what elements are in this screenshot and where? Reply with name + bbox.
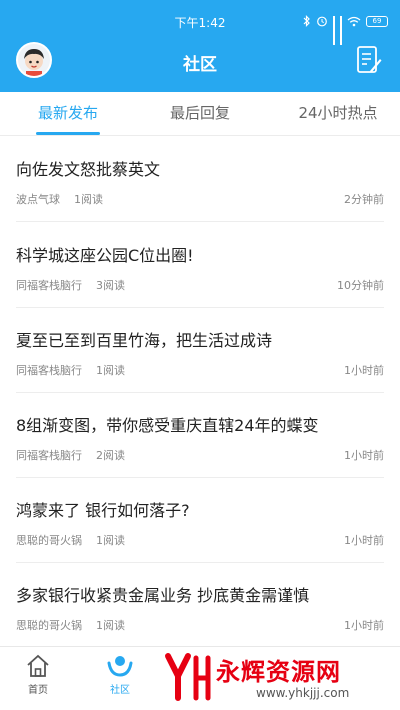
post-reads: 1阅读 [96,619,125,632]
tab-bar: 最新发布 最后回复 24小时热点 [0,92,400,136]
post-title: 多家银行收紧贵金属业务 抄底黄金需谨慎 [16,586,310,605]
home-icon [27,654,49,677]
list-item[interactable]: 向佐发文怒批蔡英文 波点气球 1阅读 2分钟前 [0,136,400,222]
post-meta: 同福客栈脑行 3阅读 [16,277,125,293]
status-bar: 下午1:42 69 [0,0,400,45]
nav-home[interactable]: 首页 [8,653,68,696]
post-title: 鸿蒙来了 银行如何落子? [16,501,190,520]
watermark-url: www.yhkjjj.com [256,686,350,700]
post-author: 思聪的哥火锅 [16,619,82,632]
post-author: 同福客栈脑行 [16,279,82,292]
watermark: 永辉资源网 www.yhkjjj.com [160,648,400,710]
community-icon [107,656,133,677]
post-title: 向佐发文怒批蔡英文 [16,160,161,179]
list-item[interactable]: 科学城这座公园C位出圈! 同福客栈脑行 3阅读 10分钟前 [0,222,400,308]
bluetooth-icon [303,12,311,31]
app-header: 下午1:42 69 社区 [0,0,400,92]
nav-community-label: 社区 [110,685,130,696]
post-author: 波点气球 [16,193,60,206]
post-reads: 1阅读 [96,364,125,377]
compose-icon[interactable] [356,45,382,75]
post-reads: 1阅读 [74,193,103,206]
post-title: 科学城这座公园C位出圈! [16,246,194,265]
post-time: 1小时前 [344,449,384,462]
post-title: 夏至已至到百里竹海，把生活过成诗 [16,331,273,350]
post-reads: 3阅读 [96,279,125,292]
battery-icon: 69 [366,16,388,27]
post-meta: 同福客栈脑行 1阅读 [16,362,125,378]
signal-icon [333,16,335,45]
signal-2-icon [340,16,342,45]
tab-latest[interactable]: 最新发布 [36,102,100,123]
post-time: 1小时前 [344,619,384,632]
alarm-icon [316,12,328,31]
list-item[interactable]: 鸿蒙来了 银行如何落子? 思聪的哥火锅 1阅读 1小时前 [0,477,400,563]
watermark-name: 永辉资源网 [216,658,341,686]
nav-community[interactable]: 社区 [90,653,150,696]
post-meta: 思聪的哥火锅 1阅读 [16,617,125,633]
post-author: 同福客栈脑行 [16,364,82,377]
list-item[interactable]: 夏至已至到百里竹海，把生活过成诗 同福客栈脑行 1阅读 1小时前 [0,307,400,393]
page-title: 社区 [183,55,217,75]
post-time: 10分钟前 [337,279,384,292]
list-item[interactable]: 多家银行收紧贵金属业务 抄底黄金需谨慎 思聪的哥火锅 1阅读 1小时前 [0,562,400,648]
post-time: 1小时前 [344,364,384,377]
post-title: 8组渐变图，带你感受重庆直辖24年的蝶变 [16,416,319,435]
nav-home-label: 首页 [28,685,48,696]
list-item[interactable]: 8组渐变图，带你感受重庆直辖24年的蝶变 同福客栈脑行 2阅读 1小时前 [0,392,400,478]
post-reads: 1阅读 [96,534,125,547]
post-meta: 思聪的哥火锅 1阅读 [16,532,125,548]
post-time: 1小时前 [344,534,384,547]
status-icons: 69 [303,12,388,45]
tab-active-indicator [36,132,100,135]
post-time: 2分钟前 [344,193,384,206]
post-meta: 波点气球 1阅读 [16,191,103,207]
post-reads: 2阅读 [96,449,125,462]
watermark-logo-icon [165,653,211,701]
wifi-icon [347,12,361,31]
post-author: 思聪的哥火锅 [16,534,82,547]
post-author: 同福客栈脑行 [16,449,82,462]
tab-last-reply[interactable]: 最后回复 [164,102,236,123]
tab-24h-hot[interactable]: 24小时热点 [288,102,388,123]
post-meta: 同福客栈脑行 2阅读 [16,447,125,463]
